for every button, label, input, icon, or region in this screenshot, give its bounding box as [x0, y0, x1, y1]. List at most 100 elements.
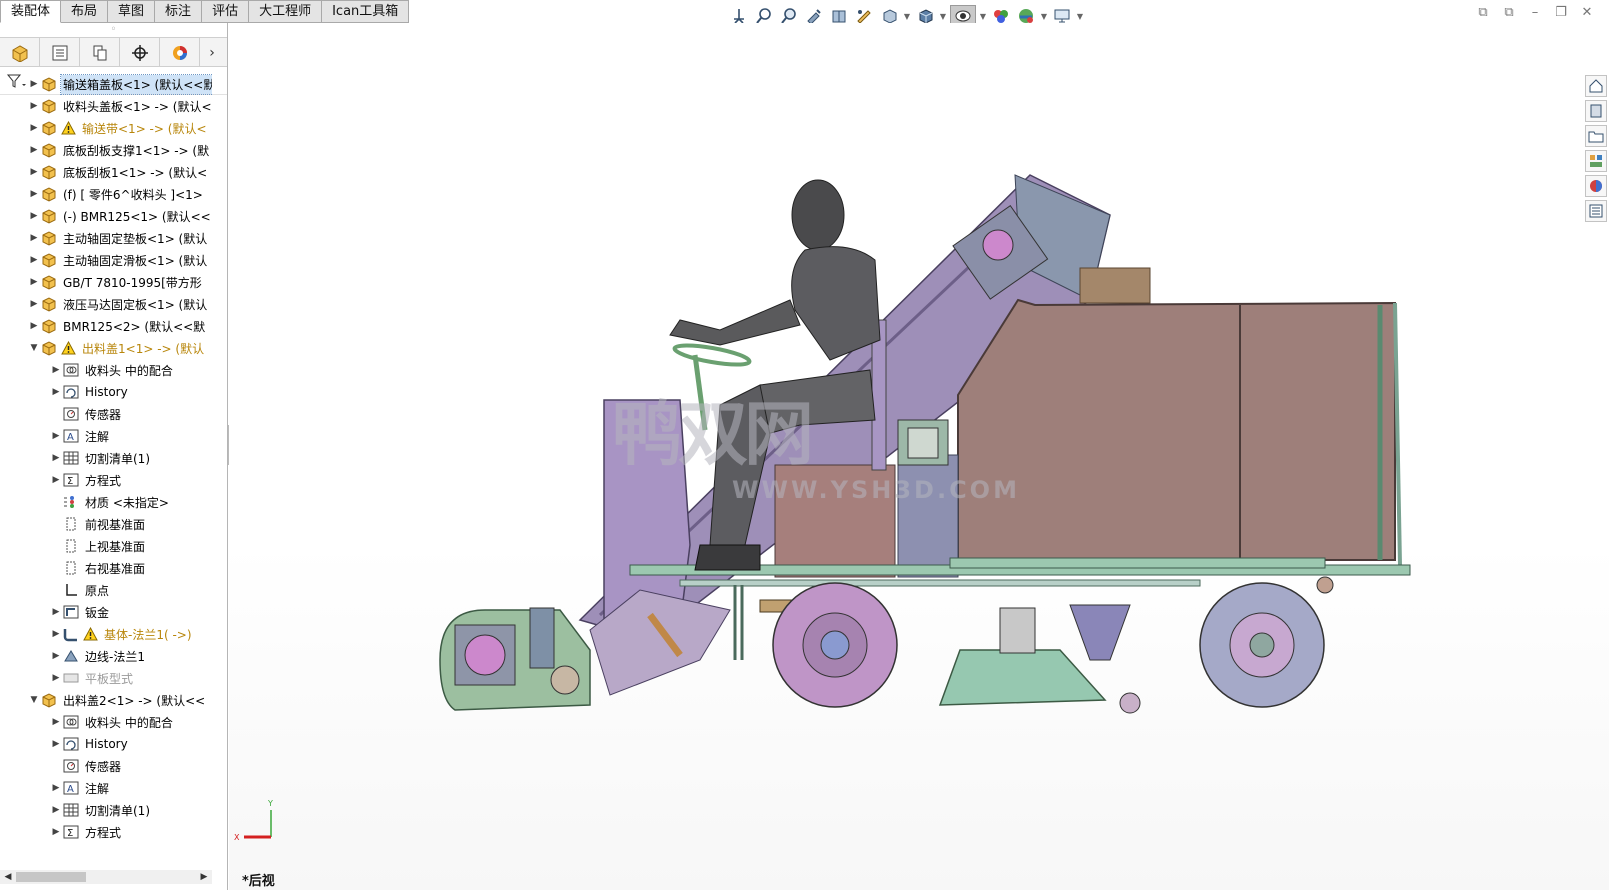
expand-arrow-icon[interactable]: ▶	[28, 167, 40, 177]
expand-arrow-icon[interactable]: ▶	[50, 805, 62, 815]
chevron-down-icon[interactable]: ▼	[903, 12, 911, 21]
expand-arrow-icon[interactable]: ▶	[50, 827, 62, 837]
feature-manager-tab[interactable]	[0, 38, 40, 67]
tree-item[interactable]: ▶ (f) [ 零件6^收料头 ]<1>	[0, 183, 212, 205]
tree-item[interactable]: ▼ 出料盖1<1> -> (默认	[0, 337, 212, 359]
expand-arrow-icon[interactable]: ▶	[28, 211, 40, 221]
close-icon[interactable]: ✕	[1578, 6, 1596, 20]
expand-arrow-icon[interactable]: ▶	[28, 299, 40, 309]
tree-item[interactable]: ▶ 切割清单(1)	[0, 799, 212, 821]
tree-item[interactable]: 右视基准面	[0, 557, 212, 579]
tree-item[interactable]: 原点	[0, 579, 212, 601]
expand-arrow-icon[interactable]: ▶	[28, 79, 40, 89]
tree-item[interactable]: ▶ 边线-法兰1	[0, 645, 212, 667]
expand-arrow-icon[interactable]: ▶	[50, 607, 62, 617]
tree-item[interactable]: ▶ 输送箱盖板<1> (默认<<默	[0, 73, 212, 95]
expand-arrow-icon[interactable]: ▶	[50, 673, 62, 683]
chevron-down-icon[interactable]: ▼	[939, 12, 947, 21]
panel-grip[interactable]: ◦	[0, 23, 227, 37]
command-tab[interactable]: 评估	[202, 0, 250, 23]
expand-arrow-icon[interactable]: ▶	[50, 717, 62, 727]
expand-arrow-icon[interactable]: ▶	[50, 453, 62, 463]
appearances-icon[interactable]	[1585, 175, 1607, 197]
parts-icon[interactable]	[1585, 100, 1607, 122]
tree-item[interactable]: ▶ A 注解	[0, 777, 212, 799]
tree-item[interactable]: ▶ 主动轴固定垫板<1> (默认	[0, 227, 212, 249]
tree-item[interactable]: ▶ GB/T 7810-1995[带方形	[0, 271, 212, 293]
expand-arrow-icon[interactable]: ▶	[50, 783, 62, 793]
expand-arrow-icon[interactable]: ▶	[28, 277, 40, 287]
tree-item[interactable]: ▶ 主动轴固定滑板<1> (默认	[0, 249, 212, 271]
part-icon	[40, 120, 58, 136]
tree-item[interactable]: ▶ Σ 方程式	[0, 821, 212, 843]
more-tabs-button[interactable]: ›	[200, 38, 224, 67]
tree-item[interactable]: 上视基准面	[0, 535, 212, 557]
tree-item[interactable]: ▶ (-) BMR125<1> (默认<<	[0, 205, 212, 227]
expand-arrow-icon[interactable]: ▶	[28, 189, 40, 199]
tree-item[interactable]: ▶ 收料头盖板<1> -> (默认<	[0, 95, 212, 117]
command-tab[interactable]: 草图	[108, 0, 156, 23]
expand-arrow-icon[interactable]: ▶	[28, 101, 40, 111]
tree-item[interactable]: ▼ 出料盖2<1> -> (默认<<	[0, 689, 212, 711]
scroll-right-icon[interactable]: ▶	[198, 870, 210, 884]
display-manager-tab[interactable]	[160, 38, 200, 67]
tree-item[interactable]: ▶ BMR125<2> (默认<<默	[0, 315, 212, 337]
tree-item[interactable]: ▶ 基体-法兰1( ->)	[0, 623, 212, 645]
tree-item[interactable]: 前视基准面	[0, 513, 212, 535]
command-tab[interactable]: 标注	[155, 0, 203, 23]
tile-right-icon[interactable]: ⧉	[1500, 6, 1518, 20]
tree-item[interactable]: ▶ 液压马达固定板<1> (默认	[0, 293, 212, 315]
expand-arrow-icon[interactable]: ▶	[28, 145, 40, 155]
tree-item[interactable]: ▶ 收料头 中的配合	[0, 711, 212, 733]
expand-arrow-icon[interactable]: ▶	[50, 431, 62, 441]
dimxpert-tab[interactable]	[120, 38, 160, 67]
tree-item[interactable]: ▶ 底板刮板1<1> -> (默认<	[0, 161, 212, 183]
file-explorer-icon[interactable]	[1585, 125, 1607, 147]
chevron-down-icon[interactable]: ▼	[1076, 12, 1084, 21]
expand-arrow-icon[interactable]: ▶	[28, 255, 40, 265]
tree-item[interactable]: 传感器	[0, 755, 212, 777]
expand-arrow-icon[interactable]: ▶	[50, 365, 62, 375]
tree-item[interactable]: ▶ 钣金	[0, 601, 212, 623]
expand-arrow-icon[interactable]: ▶	[50, 475, 62, 485]
tree-item[interactable]: ▶ History	[0, 381, 212, 403]
tree-item[interactable]: ▶ 收料头 中的配合	[0, 359, 212, 381]
scroll-thumb[interactable]	[16, 872, 86, 882]
expand-arrow-icon[interactable]: ▶	[28, 123, 40, 133]
tree-item[interactable]: ▶ 输送带<1> -> (默认<	[0, 117, 212, 139]
command-tab[interactable]: 布局	[61, 0, 109, 23]
custom-properties-icon[interactable]	[1585, 200, 1607, 222]
tree-item[interactable]: ▶ History	[0, 733, 212, 755]
restore-icon[interactable]: ❐	[1552, 6, 1570, 20]
tile-left-icon[interactable]: ⧉	[1474, 6, 1492, 20]
expand-arrow-icon[interactable]: ▶	[50, 387, 62, 397]
scroll-left-icon[interactable]: ◀	[2, 870, 14, 884]
expand-arrow-icon[interactable]: ▶	[50, 651, 62, 661]
expand-arrow-icon[interactable]: ▶	[28, 321, 40, 331]
chevron-down-icon[interactable]: ▼	[1040, 12, 1048, 21]
tree-item[interactable]: ▶ 切割清单(1)	[0, 447, 212, 469]
expand-arrow-icon[interactable]: ▶	[28, 233, 40, 243]
graphics-area[interactable]: Y X	[229, 23, 1609, 890]
chevron-down-icon[interactable]: ▼	[979, 12, 987, 21]
sweeper-model-render[interactable]: Y X	[229, 23, 1609, 863]
tree-item[interactable]: 传感器	[0, 403, 212, 425]
tree-item[interactable]: 材质 <未指定>	[0, 491, 212, 513]
home-icon[interactable]	[1585, 75, 1607, 97]
tree-item[interactable]: ▶ A 注解	[0, 425, 212, 447]
command-tab[interactable]: 大工程师	[249, 0, 323, 23]
expand-arrow-icon[interactable]: ▶	[50, 629, 62, 639]
property-manager-tab[interactable]	[40, 38, 80, 67]
collapse-arrow-icon[interactable]: ▼	[28, 695, 40, 705]
collapse-arrow-icon[interactable]: ▼	[28, 343, 40, 353]
command-tab[interactable]: Ican工具箱	[322, 0, 410, 23]
tree-item[interactable]: ▶ 平板型式	[0, 667, 212, 689]
view-palette-icon[interactable]	[1585, 150, 1607, 172]
tree-item[interactable]: ▶ Σ 方程式	[0, 469, 212, 491]
configuration-manager-tab[interactable]	[80, 38, 120, 67]
tree-horizontal-scrollbar[interactable]: ◀ ▶	[0, 870, 212, 884]
minimize-icon[interactable]: –	[1526, 6, 1544, 20]
expand-arrow-icon[interactable]: ▶	[50, 739, 62, 749]
command-tab[interactable]: 装配体	[0, 0, 62, 23]
tree-item[interactable]: ▶ 底板刮板支撑1<1> -> (默	[0, 139, 212, 161]
